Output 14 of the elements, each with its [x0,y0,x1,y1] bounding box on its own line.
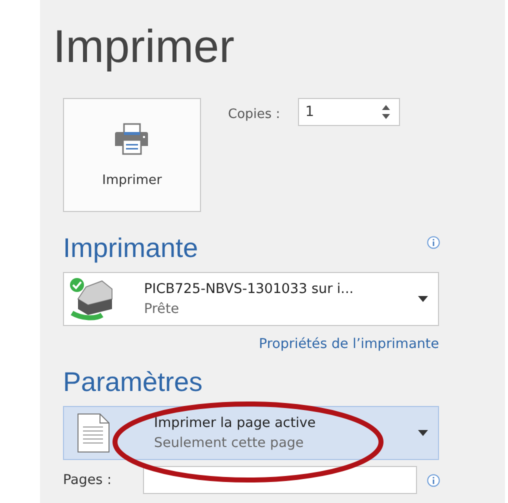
section-heading: Imprimante [63,232,198,264]
printer-dropdown[interactable]: PICB725-NBVS-1301033 sur i... Prête [63,272,439,326]
printer-properties-link[interactable]: Propriétés de l’imprimante [63,336,439,352]
print-range-detail: Seulement cette page [154,435,305,451]
section-heading: Paramètres [63,366,204,398]
page-title: Imprimer [53,19,236,74]
printer-name: PICB725-NBVS-1301033 sur i... [144,281,355,297]
print-range-name: Imprimer la page active [154,415,317,431]
print-range-dropdown[interactable]: Imprimer la page active Seulement cette page [63,406,439,460]
copies-spinner[interactable]: 1 [298,98,400,126]
print-button[interactable]: Imprimer [63,98,201,212]
pages-label: Pages : [63,472,113,488]
printer-status: Prête [144,301,180,317]
copies-label: Copies : [228,107,280,122]
